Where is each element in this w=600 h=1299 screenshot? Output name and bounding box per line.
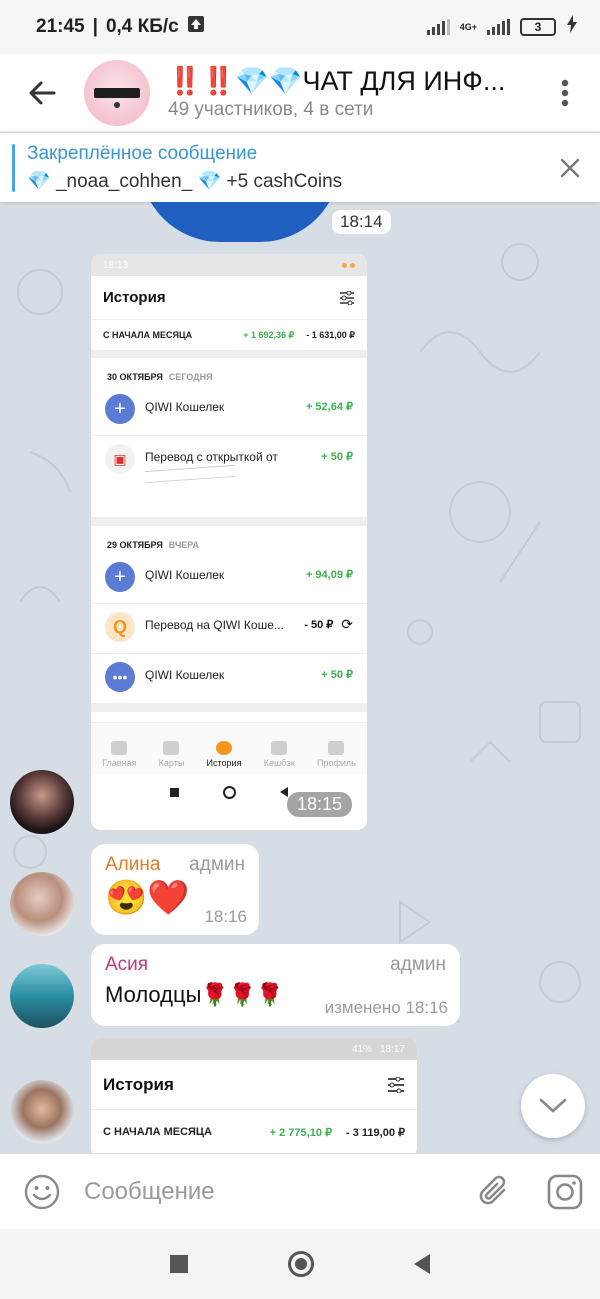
avatar[interactable] (10, 872, 74, 936)
photo2-status-time: 18:17 (379, 1043, 405, 1055)
group-avatar[interactable] (84, 59, 150, 126)
message-time: изменено 18:16 (324, 998, 448, 1017)
chat-header: ‼️‼️💎💎ЧАТ ДЛЯ ИНФ... 49 участников, 4 в … (0, 54, 600, 132)
photo-message-2[interactable]: 41% 18:17 История С НАЧАЛА МЕСЯЦА + 2 77… (91, 1038, 417, 1153)
photo1-title: История (103, 289, 166, 306)
sender-name: Асия (105, 954, 149, 975)
paperclip-icon (479, 1175, 506, 1204)
photo2-title: История (103, 1074, 174, 1094)
postcard-icon: ▣ (105, 444, 135, 474)
sender-name: Алина (105, 854, 161, 875)
scroll-down-button[interactable] (521, 1074, 585, 1138)
more-vertical-icon (561, 79, 569, 106)
list-item: + QIWI Кошелек + 94,09 ₽ (91, 554, 367, 604)
dots-icon: ••• (105, 662, 135, 692)
photo2-battery: 41% (351, 1043, 372, 1055)
battery-icon: 3 (520, 18, 556, 36)
photo1-day1-date: 30 ОКТЯБРЯ (107, 372, 163, 382)
cards-icon (163, 741, 180, 755)
photo1-day2-date: 29 ОКТЯБРЯ (107, 540, 163, 550)
arrow-left-icon (29, 81, 56, 104)
message-composer: Сообщение (0, 1153, 600, 1229)
photo1-time: 18:15 (287, 792, 353, 817)
system-navbar (0, 1229, 600, 1299)
list-item: ••• QIWI Кошелек + 50 ₽ (91, 654, 367, 704)
square-icon (170, 787, 179, 797)
chat-title: ‼️‼️💎💎ЧАТ ДЛЯ ИНФ... (168, 65, 506, 96)
photo1-status-time: 18:13 (103, 259, 129, 271)
status-divider: | (92, 16, 98, 37)
message-time: 18:16 (204, 907, 247, 926)
circle-icon (223, 785, 236, 799)
recents-button[interactable] (170, 1255, 188, 1273)
avatar[interactable] (10, 1080, 74, 1144)
signal-icon (426, 19, 450, 35)
charging-icon (566, 15, 578, 39)
status-bar: 21:45 | 0,4 КБ/с 4G+ 3 (0, 0, 600, 54)
message-alina[interactable]: Алина админ 😍❤️ 18:16 (91, 844, 259, 935)
upload-icon (187, 15, 205, 39)
camera-button[interactable] (530, 1174, 600, 1210)
avatar[interactable] (10, 964, 74, 1028)
list-item: ▣ Перевод с открыткой от + 50 ₽ (91, 436, 367, 518)
message-asia[interactable]: Асия админ Молодцы🌹🌹🌹 изменено 18:16 (91, 944, 460, 1026)
close-pinned-button[interactable] (540, 133, 600, 202)
signal-icon-2 (487, 19, 510, 35)
triangle-icon (280, 787, 288, 797)
network-type: 4G+ (459, 21, 477, 32)
chat-title-area[interactable]: ‼️‼️💎💎ЧАТ ДЛЯ ИНФ... 49 участников, 4 в … (168, 65, 530, 121)
pinned-message[interactable]: Закреплённое сообщение 💎 _noaa_cohhen_ 💎… (0, 133, 600, 202)
profile-icon (328, 741, 345, 755)
pinned-title: Закреплённое сообщение (27, 142, 258, 164)
emoji-button[interactable] (0, 1174, 84, 1210)
plus-icon: + (105, 562, 135, 592)
chat-area[interactable]: 18:14 18:13 История С НАЧАЛА МЕСЯЦА + 1 … (0, 202, 600, 1153)
more-button[interactable] (530, 54, 600, 132)
avatar[interactable] (10, 770, 74, 834)
instagram-camera-icon (547, 1174, 583, 1209)
chevron-down-icon (539, 1098, 567, 1113)
qiwi-icon: Q (105, 612, 135, 642)
attach-button[interactable] (460, 1174, 530, 1210)
chat-subtitle: 49 участников, 4 в сети (168, 98, 374, 120)
list-item: Q Перевод на QIWI Коше... - 50 ₽ ⟳ (91, 604, 367, 654)
photo1-tabbar: Главная Карты История Кешбэк Профиль (91, 722, 367, 774)
status-time: 21:45 (36, 16, 85, 37)
photo2-month-out: - 3 119,00 ₽ (346, 1126, 405, 1139)
home-icon (111, 741, 128, 755)
photo2-month-in: + 2 775,10 ₽ (269, 1126, 332, 1139)
sender-role: админ (390, 954, 446, 975)
photo1-month-in: + 1 692,36 ₽ (243, 329, 295, 340)
history-icon (216, 741, 232, 755)
message-input[interactable]: Сообщение (84, 1178, 460, 1206)
filter-icon (340, 290, 354, 305)
plus-icon: + (105, 394, 135, 424)
close-icon (560, 158, 580, 177)
photo1-month-label: С НАЧАЛА МЕСЯЦА (103, 330, 193, 340)
photo2-month-label: С НАЧАЛА МЕСЯЦА (103, 1126, 212, 1138)
back-nav-button[interactable] (414, 1254, 430, 1274)
repeat-icon: ⟳ (341, 616, 353, 632)
sticker-time: 18:14 (332, 210, 391, 234)
sender-role: админ (189, 854, 245, 875)
cashback-icon (271, 741, 288, 755)
home-button[interactable] (288, 1251, 314, 1277)
pinned-body: 💎 _noaa_cohhen_ 💎 +5 cashCoins (27, 170, 343, 192)
network-speed: 0,4 КБ/с (105, 16, 179, 37)
list-item: + QIWI Кошелек + 52,64 ₽ (91, 386, 367, 436)
photo1-month-out: - 1 631,00 ₽ (306, 329, 355, 340)
filter-icon (388, 1076, 404, 1093)
emoji-icon (24, 1174, 60, 1209)
photo-message-1[interactable]: 18:13 История С НАЧАЛА МЕСЯЦА + 1 692,36… (91, 254, 367, 830)
back-button[interactable] (0, 54, 84, 132)
